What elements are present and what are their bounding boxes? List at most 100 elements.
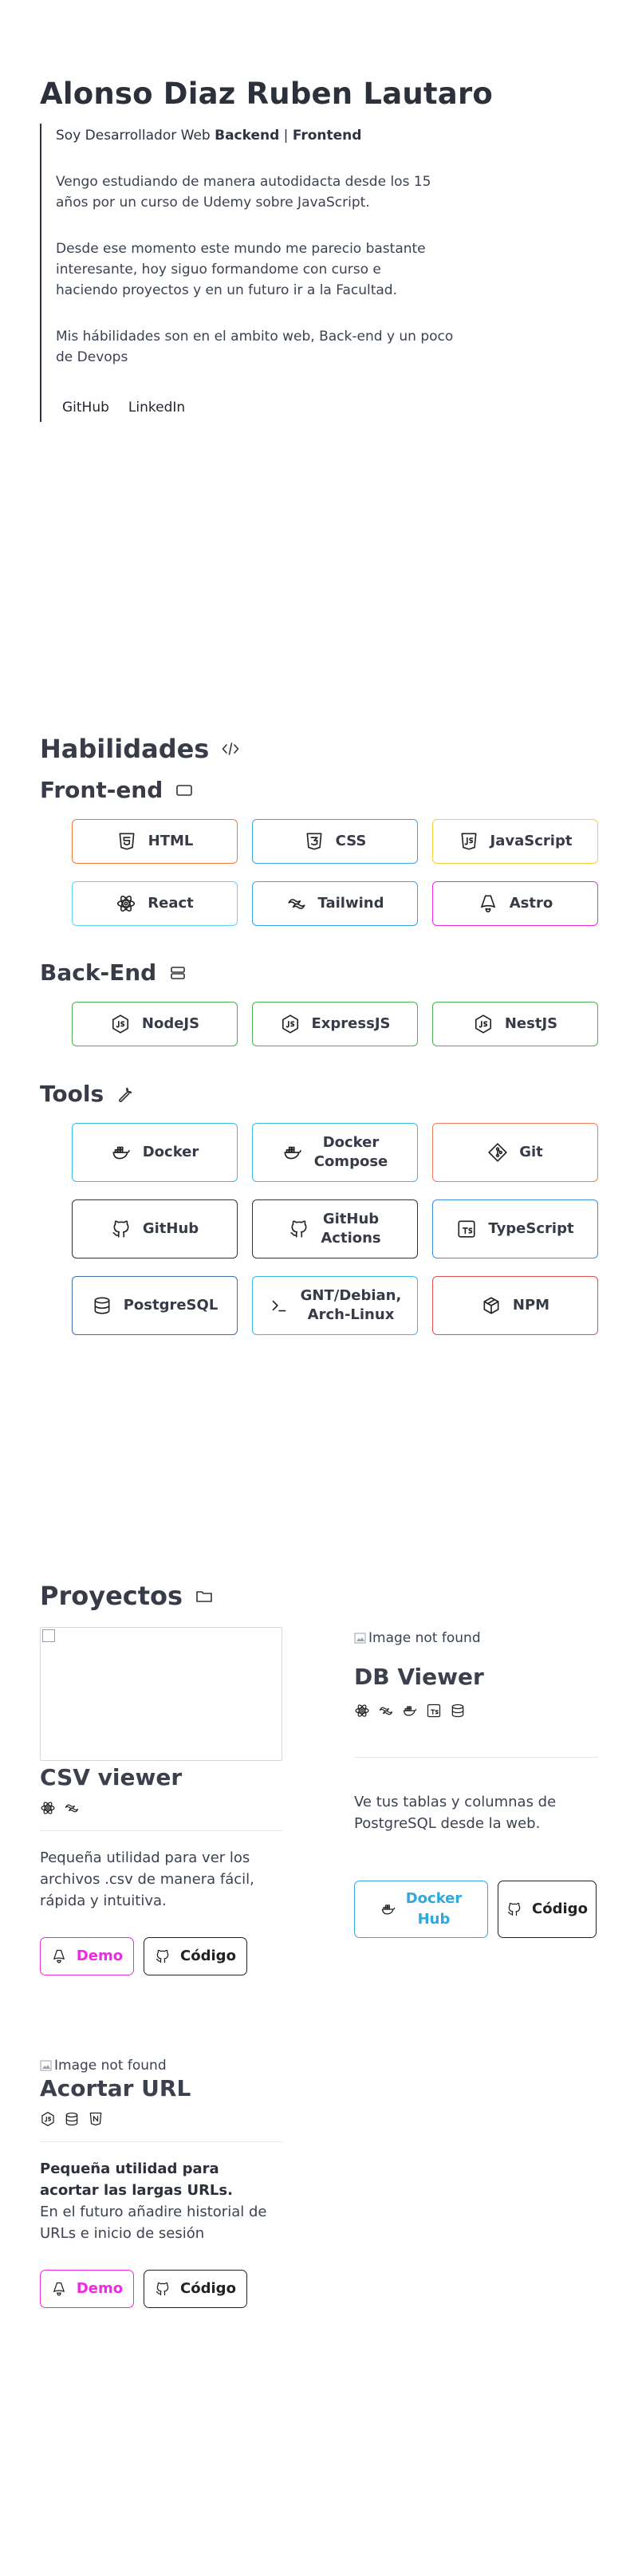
- divider: [40, 1830, 282, 1831]
- skill-card-docker-compose: Docker Compose: [252, 1123, 418, 1182]
- hero-section: Alonso Diaz Ruben Lautaro Soy Desarrolla…: [40, 77, 598, 422]
- project-tech-icons: [354, 1703, 598, 1719]
- project-title: CSV viewer: [40, 1764, 183, 1790]
- hero-paragraph-2: Desde ese momento este mundo me parecio …: [56, 241, 426, 298]
- skill-card-github-actions: GitHub Actions: [252, 1199, 418, 1258]
- linkedin-link[interactable]: LinkedIn: [128, 400, 185, 416]
- skill-label: Tailwind: [317, 895, 384, 912]
- tools-heading: Tools: [40, 1081, 134, 1107]
- button-label: Demo: [76, 1948, 124, 1964]
- tailwind-icon: [64, 1800, 80, 1816]
- docker-icon: [380, 1901, 396, 1917]
- monitor-icon: [175, 783, 193, 798]
- image-alt-text: Image not found: [54, 2058, 167, 2074]
- tailwind-icon: [286, 893, 307, 914]
- github-icon: [289, 1219, 309, 1239]
- docker-icon: [402, 1703, 418, 1719]
- docker-hub-button[interactable]: Docker Hub: [354, 1881, 488, 1938]
- button-label: Código: [532, 1900, 588, 1917]
- github-icon: [506, 1901, 522, 1917]
- github-link[interactable]: GitHub: [62, 400, 109, 416]
- divider: [354, 1757, 598, 1758]
- hero-role: Soy Desarrollador Web Backend | Frontend: [56, 125, 598, 146]
- nodejs-icon: [40, 2111, 56, 2127]
- code-icon: [222, 742, 239, 756]
- database-icon: [450, 1703, 466, 1719]
- skill-card-npm: NPM: [432, 1276, 598, 1335]
- broken-image-icon: [354, 1632, 367, 1644]
- project-card-acortar-url: Image not found Acortar URL Pequeña util…: [40, 2056, 282, 2308]
- react-icon: [40, 1800, 56, 1816]
- folder-icon: [195, 1588, 213, 1604]
- broken-image-icon: [40, 2059, 53, 2072]
- project-buttons: Demo Código: [40, 2270, 282, 2308]
- skill-card-git: Git: [432, 1123, 598, 1182]
- skill-card-nodejs: NodeJS: [72, 1002, 238, 1046]
- github-icon: [155, 1948, 171, 1964]
- project-card-db-viewer: Image not found DB Viewer Ve tus tablas …: [354, 1629, 598, 1938]
- nodejs-icon: [110, 1014, 131, 1034]
- package-icon: [481, 1295, 502, 1316]
- html5-icon: [116, 831, 137, 852]
- terminal-icon: [269, 1295, 289, 1316]
- skill-label: ExpressJS: [311, 1015, 391, 1032]
- typescript-icon: [426, 1703, 442, 1719]
- project-image: [40, 1627, 282, 1761]
- project-title: DB Viewer: [354, 1664, 484, 1690]
- css3-icon: [304, 831, 325, 852]
- skill-label: NestJS: [504, 1015, 558, 1032]
- project-buttons: Docker Hub Código: [354, 1881, 598, 1938]
- github-icon: [155, 2281, 171, 2297]
- tailwind-icon: [378, 1703, 394, 1719]
- database-icon: [64, 2111, 80, 2127]
- projects-title: Proyectos: [40, 1581, 183, 1611]
- demo-button[interactable]: Demo: [40, 2270, 134, 2308]
- skills-heading: Habilidades: [40, 734, 239, 764]
- skill-label: Docker Compose: [313, 1134, 388, 1170]
- skill-card-css: CSS: [252, 819, 418, 864]
- skill-label: Git: [519, 1144, 543, 1160]
- skill-label: GitHub: [142, 1220, 199, 1237]
- demo-button[interactable]: Demo: [40, 1937, 134, 1975]
- astro-icon: [478, 893, 498, 914]
- frontend-title: Front-end: [40, 777, 163, 803]
- database-icon: [92, 1295, 112, 1316]
- nestjs-icon: [88, 2111, 104, 2127]
- skill-card-github: GitHub: [72, 1199, 238, 1258]
- skill-label: TypeScript: [488, 1220, 574, 1237]
- código-button[interactable]: Código: [498, 1881, 597, 1938]
- skill-card-nestjs: NestJS: [432, 1002, 598, 1046]
- server-icon: [169, 965, 187, 981]
- skill-label: JavaScript: [490, 833, 573, 849]
- button-label: Código: [180, 1948, 236, 1964]
- project-image: Image not found: [354, 1629, 598, 1648]
- skill-card-html: HTML: [72, 819, 238, 864]
- skill-label: NPM: [512, 1297, 550, 1314]
- nodejs-icon: [473, 1014, 494, 1034]
- skill-label: GitHub Actions: [321, 1211, 381, 1247]
- código-button[interactable]: Código: [144, 1937, 247, 1975]
- skills-title: Habilidades: [40, 734, 210, 764]
- role-frontend: Frontend: [292, 128, 362, 144]
- skill-card-astro: Astro: [432, 881, 598, 926]
- project-description: Ve tus tablas y columnas de PostgreSQL d…: [354, 1794, 557, 1832]
- hero-name: Alonso Diaz Ruben Lautaro: [40, 77, 494, 111]
- skill-card-javascript: JavaScript: [432, 819, 598, 864]
- image-alt-text: Image not found: [368, 1630, 481, 1646]
- hero-paragraph-1: Vengo estudiando de manera autodidacta d…: [56, 174, 431, 211]
- docker-icon: [282, 1142, 303, 1163]
- react-icon: [354, 1703, 370, 1719]
- js-icon: [459, 831, 479, 852]
- backend-skills-grid: NodeJS ExpressJS NestJS: [72, 1002, 598, 1046]
- button-label: Docker Hub: [405, 1890, 463, 1928]
- button-label: Demo: [76, 2280, 124, 2297]
- projects-heading: Proyectos: [40, 1581, 213, 1611]
- hero-body: Soy Desarrollador Web Backend | Frontend…: [40, 124, 598, 422]
- astro-icon: [51, 1948, 67, 1964]
- react-icon: [116, 893, 136, 914]
- tools-title: Tools: [40, 1081, 104, 1107]
- código-button[interactable]: Código: [144, 2270, 247, 2308]
- git-icon: [487, 1142, 508, 1163]
- skill-label: Astro: [509, 895, 553, 912]
- skill-card-tailwind: Tailwind: [252, 881, 418, 926]
